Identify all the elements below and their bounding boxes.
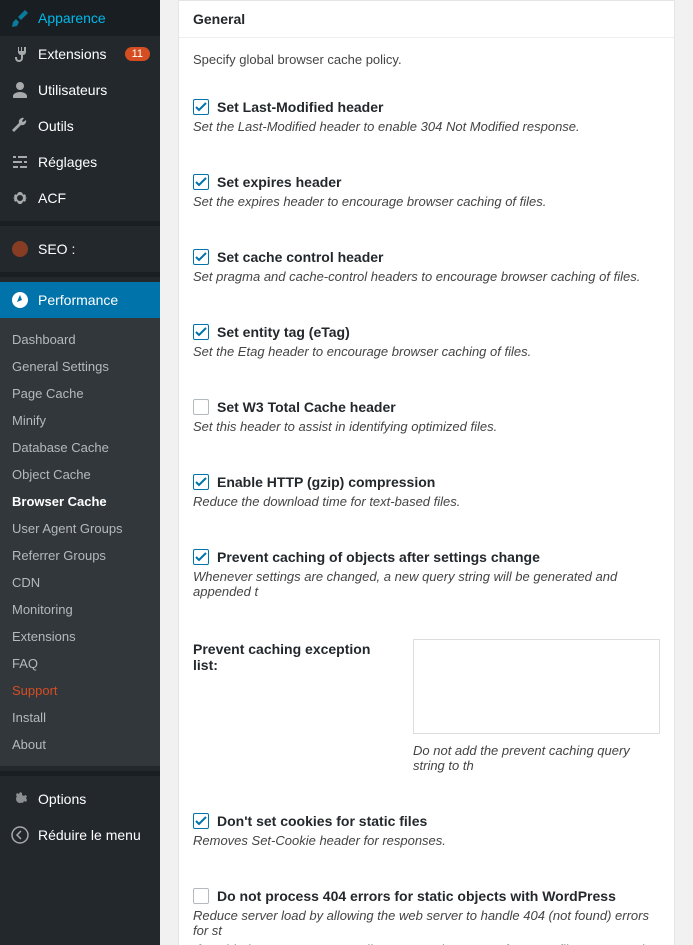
panel-title: General	[179, 1, 674, 38]
field-description: Reduce the download time for text-based …	[193, 494, 660, 509]
gear-icon	[10, 188, 30, 208]
setting-field: Set entity tag (eTag) Set the Etag header…	[193, 324, 660, 359]
submenu-item-about[interactable]: About	[0, 731, 160, 758]
exception-list-field: Prevent caching exception list: Do not a…	[193, 639, 660, 773]
setting-field: Set Last-Modified header Set the Last-Mod…	[193, 99, 660, 134]
submenu-item-referrer-groups[interactable]: Referrer Groups	[0, 542, 160, 569]
menu-label: Extensions	[38, 46, 121, 62]
menu-label: Utilisateurs	[38, 82, 150, 98]
checkbox[interactable]	[193, 99, 209, 115]
gear-icon	[10, 789, 30, 809]
field-description: Set this header to assist in identifying…	[193, 419, 660, 434]
field-label: Set expires header	[217, 174, 342, 190]
field-description: Set pragma and cache-control headers to …	[193, 269, 660, 284]
setting-field: Don't set cookies for static files Remove…	[193, 813, 660, 848]
performance-submenu: DashboardGeneral SettingsPage CacheMinif…	[0, 318, 160, 766]
sliders-icon	[10, 152, 30, 172]
field-label: Enable HTTP (gzip) compression	[217, 474, 435, 490]
exception-list-textarea[interactable]	[413, 639, 660, 734]
sidebar-item-performance[interactable]: Performance	[0, 282, 160, 318]
submenu-item-monitoring[interactable]: Monitoring	[0, 596, 160, 623]
checkbox[interactable]	[193, 474, 209, 490]
checkbox[interactable]	[193, 549, 209, 565]
menu-label: Options	[38, 791, 150, 807]
collapse-icon	[10, 825, 30, 845]
submenu-item-support[interactable]: Support	[0, 677, 160, 704]
field-label: Do not process 404 errors for static obj…	[217, 888, 616, 904]
submenu-item-install[interactable]: Install	[0, 704, 160, 731]
general-panel: General Specify global browser cache pol…	[178, 0, 675, 945]
setting-field: Set cache control header Set pragma and c…	[193, 249, 660, 284]
main-content: General Specify global browser cache pol…	[160, 0, 693, 945]
field-label: Prevent caching of objects after setting…	[217, 549, 540, 565]
checkbox[interactable]	[193, 174, 209, 190]
performance-icon	[10, 290, 30, 310]
checkbox[interactable]	[193, 813, 209, 829]
sidebar-item-seo[interactable]: SEO :	[0, 231, 160, 267]
field-label: Set W3 Total Cache header	[217, 399, 396, 415]
field-label: Don't set cookies for static files	[217, 813, 427, 829]
field-description: Set the Etag header to encourage browser…	[193, 344, 660, 359]
exception-list-help: Do not add the prevent caching query str…	[413, 743, 660, 773]
checkbox[interactable]	[193, 249, 209, 265]
menu-label: Réduire le menu	[38, 827, 150, 843]
brush-icon	[10, 8, 30, 28]
sidebar-item-utilisateurs[interactable]: Utilisateurs	[0, 72, 160, 108]
setting-field: Do not process 404 errors for static obj…	[193, 888, 660, 945]
field-label: Set cache control header	[217, 249, 384, 265]
sidebar-item-extensions[interactable]: Extensions 11	[0, 36, 160, 72]
setting-field: Set W3 Total Cache header Set this header…	[193, 399, 660, 434]
field-label: Set Last-Modified header	[217, 99, 383, 115]
field-label: Set entity tag (eTag)	[217, 324, 350, 340]
submenu-item-faq[interactable]: FAQ	[0, 650, 160, 677]
sidebar-item-outils[interactable]: Outils	[0, 108, 160, 144]
setting-field: Enable HTTP (gzip) compression Reduce the…	[193, 474, 660, 509]
submenu-item-general-settings[interactable]: General Settings	[0, 353, 160, 380]
submenu-item-extensions[interactable]: Extensions	[0, 623, 160, 650]
sidebar-item-réglages[interactable]: Réglages	[0, 144, 160, 180]
exception-list-label: Prevent caching exception list:	[193, 639, 393, 773]
submenu-item-page-cache[interactable]: Page Cache	[0, 380, 160, 407]
field-description: Set the expires header to encourage brow…	[193, 194, 660, 209]
field-description: Set the Last-Modified header to enable 3…	[193, 119, 660, 134]
checkbox[interactable]	[193, 888, 209, 904]
submenu-item-dashboard[interactable]: Dashboard	[0, 326, 160, 353]
user-icon	[10, 80, 30, 100]
sidebar-item-options[interactable]: Options	[0, 781, 160, 817]
menu-label: SEO :	[38, 241, 150, 257]
menu-separator	[0, 771, 160, 776]
submenu-item-minify[interactable]: Minify	[0, 407, 160, 434]
menu-label: Réglages	[38, 154, 150, 170]
menu-label: Performance	[38, 292, 150, 308]
panel-intro: Specify global browser cache policy.	[193, 52, 660, 67]
field-description: Removes Set-Cookie header for responses.	[193, 833, 660, 848]
field-description: Whenever settings are changed, a new que…	[193, 569, 660, 599]
submenu-item-object-cache[interactable]: Object Cache	[0, 461, 160, 488]
submenu-item-database-cache[interactable]: Database Cache	[0, 434, 160, 461]
submenu-item-cdn[interactable]: CDN	[0, 569, 160, 596]
checkbox[interactable]	[193, 324, 209, 340]
menu-label: ACF	[38, 190, 150, 206]
plug-icon	[10, 44, 30, 64]
checkbox[interactable]	[193, 399, 209, 415]
sidebar-item-apparence[interactable]: Apparence	[0, 0, 160, 36]
menu-separator	[0, 221, 160, 226]
sidebar-item-acf[interactable]: ACF	[0, 180, 160, 216]
menu-label: Apparence	[38, 10, 150, 26]
setting-field: Set expires header Set the expires header…	[193, 174, 660, 209]
submenu-item-browser-cache[interactable]: Browser Cache	[0, 488, 160, 515]
update-badge: 11	[125, 47, 150, 61]
menu-separator	[0, 272, 160, 277]
field-description: Reduce server load by allowing the web s…	[193, 908, 660, 938]
wrench-icon	[10, 116, 30, 136]
admin-sidebar: Apparence Extensions 11 Utilisateurs Outils R…	[0, 0, 160, 945]
seo-icon	[10, 239, 30, 259]
sidebar-collapse[interactable]: Réduire le menu	[0, 817, 160, 853]
submenu-item-user-agent-groups[interactable]: User Agent Groups	[0, 515, 160, 542]
menu-label: Outils	[38, 118, 150, 134]
setting-field: Prevent caching of objects after setting…	[193, 549, 660, 599]
panel-body: Specify global browser cache policy. Set…	[179, 38, 674, 945]
